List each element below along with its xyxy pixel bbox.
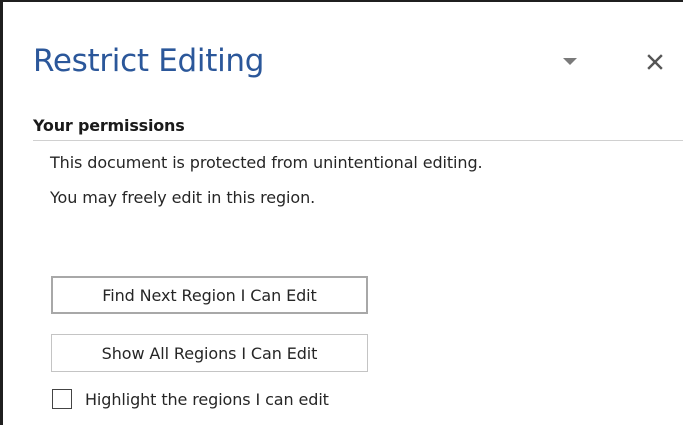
editable-region-text: You may freely edit in this region. xyxy=(50,188,316,207)
close-pane-button[interactable] xyxy=(641,48,669,76)
find-next-region-button[interactable]: Find Next Region I Can Edit xyxy=(51,276,368,314)
highlight-regions-checkbox[interactable] xyxy=(52,389,72,409)
close-icon xyxy=(647,54,663,70)
pane-title: Restrict Editing xyxy=(33,43,265,79)
highlight-regions-option[interactable]: Highlight the regions I can edit xyxy=(52,388,329,410)
pane-options-button[interactable] xyxy=(558,54,582,70)
protection-status-text: This document is protected from unintent… xyxy=(50,153,483,172)
restrict-editing-pane: Restrict Editing Your permissions This d… xyxy=(0,0,683,425)
section-heading-permissions: Your permissions xyxy=(33,116,185,135)
triangle-down-icon xyxy=(563,58,577,65)
highlight-regions-label: Highlight the regions I can edit xyxy=(85,389,329,409)
show-all-regions-button[interactable]: Show All Regions I Can Edit xyxy=(51,334,368,372)
section-divider xyxy=(33,140,683,141)
